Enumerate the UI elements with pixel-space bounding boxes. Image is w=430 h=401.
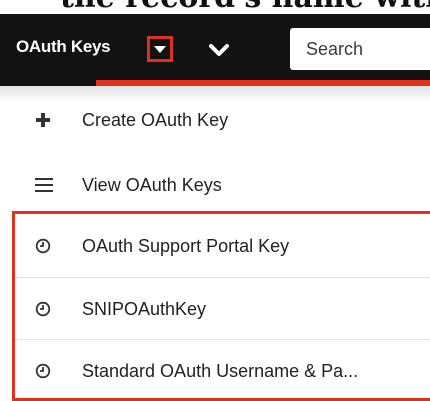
menu-item-label: Create OAuth Key — [82, 110, 229, 130]
plus-icon — [36, 113, 50, 127]
list-icon — [35, 178, 53, 192]
search-input[interactable] — [290, 28, 430, 70]
module-dropdown-button[interactable] — [147, 36, 173, 62]
caret-down-icon — [154, 46, 166, 53]
recently-viewed-highlight — [12, 211, 430, 401]
cropped-document-text: the record's name within t — [0, 0, 430, 14]
chevron-down-icon[interactable] — [208, 43, 230, 57]
search-box — [290, 28, 430, 70]
menu-item-view-oauth-keys[interactable]: View OAuth Keys — [0, 158, 430, 218]
module-tab-oauth-keys[interactable]: OAuth Keys — [16, 37, 111, 57]
menu-item-create-oauth-key[interactable]: Create OAuth Key — [0, 98, 430, 158]
menu-item-label: View OAuth Keys — [82, 175, 222, 195]
navbar: OAuth Keys — [0, 14, 430, 80]
